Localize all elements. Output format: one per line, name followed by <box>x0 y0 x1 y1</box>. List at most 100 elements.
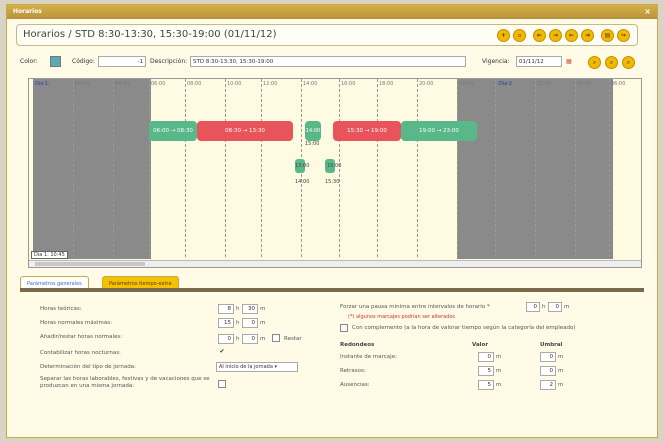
time-label-1530: 15:30 <box>325 179 340 185</box>
contabilizar-checkbox[interactable]: ✔ <box>218 349 226 357</box>
unit-h: h <box>236 336 240 342</box>
zoom-in-icon[interactable]: ⌕ <box>605 56 618 69</box>
redondeo-row-label: Ausencias: <box>340 382 370 388</box>
code-field[interactable]: -1 <box>98 56 146 67</box>
forzar-h[interactable]: 0 <box>526 302 540 312</box>
block-afternoon[interactable]: 15:30 → 19:00 <box>333 121 401 141</box>
add-button[interactable]: + <box>497 29 510 42</box>
block-early[interactable]: 06:00 → 08:30 <box>149 121 197 141</box>
ausencias-valor[interactable]: 5 <box>478 380 494 390</box>
hour-gridline <box>495 79 496 257</box>
forzar-m[interactable]: 0 <box>548 302 562 312</box>
unit-h: h <box>236 320 240 326</box>
hour-gridline <box>457 79 458 257</box>
unit-m: m <box>558 382 564 388</box>
unit-m: m <box>564 304 570 310</box>
horas-max-h[interactable]: 15 <box>218 318 234 328</box>
color-label: Color: <box>20 58 38 65</box>
page-title: Horarios / STD 8:30-13:30, 15:30-19:00 (… <box>23 29 277 40</box>
unit-m: m <box>496 382 502 388</box>
hour-gridline <box>609 79 610 257</box>
hour-gridline <box>113 79 114 257</box>
save-button[interactable]: ▫ <box>513 29 526 42</box>
scrollbar-thumb[interactable] <box>35 262 145 266</box>
hour-label: 08:00 <box>187 81 202 87</box>
timeline-panel[interactable]: 22:00 00:00 04:00 06:00 08:00 10:00 12:00 14:00… <box>28 78 642 268</box>
anadir-h[interactable]: 0 <box>218 334 234 344</box>
zoom-out-icon[interactable]: ⌕ <box>622 56 635 69</box>
anadir-label: Añadir/restar horas normales: <box>40 334 123 340</box>
ausencias-umbral[interactable]: 2 <box>540 380 556 390</box>
hour-gridline <box>575 79 576 257</box>
complemento-checkbox[interactable] <box>340 324 348 332</box>
horas-teoricas-h[interactable]: 8 <box>218 304 234 314</box>
print-button[interactable]: ▤ <box>601 29 614 42</box>
exit-button[interactable]: ↪ <box>617 29 630 42</box>
header-form: Color: Código: -1 Descripción: STD 8:30-… <box>16 56 638 70</box>
time-label-1300: 13:00 <box>295 163 310 169</box>
description-field[interactable]: STD 8:30-13:30, 15:30-19:00 <box>190 56 466 67</box>
determinacion-value: Al inicio de la jornada <box>219 364 273 370</box>
determinacion-label: Determinación del tipo de jornada: <box>40 364 136 370</box>
hour-label: 22:00 <box>459 81 474 87</box>
umbral-header: Umbral <box>540 342 563 348</box>
page-header: Horarios / STD 8:30-13:30, 15:30-19:00 (… <box>16 24 638 46</box>
first-button[interactable]: ⇤ <box>533 29 546 42</box>
hour-gridline <box>261 79 262 257</box>
horas-max-m[interactable]: 0 <box>242 318 258 328</box>
anadir-m[interactable]: 0 <box>242 334 258 344</box>
calendar-icon[interactable]: ▦ <box>566 58 572 65</box>
block-morning[interactable]: 08:30 → 13:30 <box>197 121 293 141</box>
hour-label: 14:00 <box>303 81 318 87</box>
general-parameters-panel: Horas teóricas: 8 h 30 m Horas normales … <box>20 292 644 410</box>
hour-gridline <box>225 79 226 257</box>
unit-h: h <box>542 304 546 310</box>
horas-teoricas-m[interactable]: 30 <box>242 304 258 314</box>
hour-gridline <box>185 79 186 257</box>
hour-label: 02:00 <box>537 81 552 87</box>
forzar-label: Forzar una pausa mínima entre intervalos… <box>340 304 490 310</box>
timeline-scrollbar[interactable] <box>29 260 641 267</box>
retrasos-valor[interactable]: 5 <box>478 366 494 376</box>
valor-header: Valor <box>472 342 489 348</box>
prev-button[interactable]: ← <box>565 29 578 42</box>
unit-m: m <box>558 354 564 360</box>
retrasos-umbral[interactable]: 0 <box>540 366 556 376</box>
hour-label: 04:00 <box>115 81 130 87</box>
hour-gridline <box>377 79 378 257</box>
hour-gridline <box>417 79 418 257</box>
hour-label: 06:00 <box>151 81 166 87</box>
color-swatch[interactable] <box>50 56 61 67</box>
hour-gridline <box>535 79 536 257</box>
close-icon[interactable]: × <box>644 5 651 19</box>
instante-valor[interactable]: 0 <box>478 352 494 362</box>
restar-checkbox[interactable] <box>272 334 280 342</box>
last-button[interactable]: ⇥ <box>581 29 594 42</box>
separar-checkbox[interactable] <box>218 380 226 388</box>
redondeos-header: Redondeos <box>340 342 375 348</box>
window-titlebar: Horarios × <box>7 5 657 19</box>
search-icon[interactable]: ⌕ <box>588 56 601 69</box>
determinacion-select[interactable]: Al inicio de la jornada ▾ <box>216 362 298 372</box>
instante-umbral[interactable]: 0 <box>540 352 556 362</box>
hour-label: 12:00 <box>263 81 278 87</box>
hour-label: 20:00 <box>419 81 434 87</box>
window-title: Horarios <box>13 8 42 15</box>
unit-m: m <box>558 368 564 374</box>
hour-label: 16:00 <box>341 81 356 87</box>
redondeo-row-label: Retrasos: <box>340 368 366 374</box>
time-label-1500b: 15:00 <box>327 163 342 169</box>
hour-label: 10:00 <box>227 81 242 87</box>
unit-m: m <box>260 320 266 326</box>
warning-text: (*) algunos marcajes podrían ser alterad… <box>348 314 456 320</box>
validity-field[interactable]: 01/11/12 <box>516 56 562 67</box>
block-lunch[interactable]: 14:00 <box>305 121 321 141</box>
next-button[interactable]: → <box>549 29 562 42</box>
hour-label: 18:00 <box>379 81 394 87</box>
desc-label: Descripción: <box>150 58 188 65</box>
block-evening[interactable]: 19:00 → 23:00 <box>401 121 477 141</box>
time-label-1400: 14:00 <box>295 179 310 185</box>
hour-gridline <box>73 79 74 257</box>
hour-label: 00:00 <box>75 81 90 87</box>
day-label-left: Dia 1 <box>35 81 49 87</box>
